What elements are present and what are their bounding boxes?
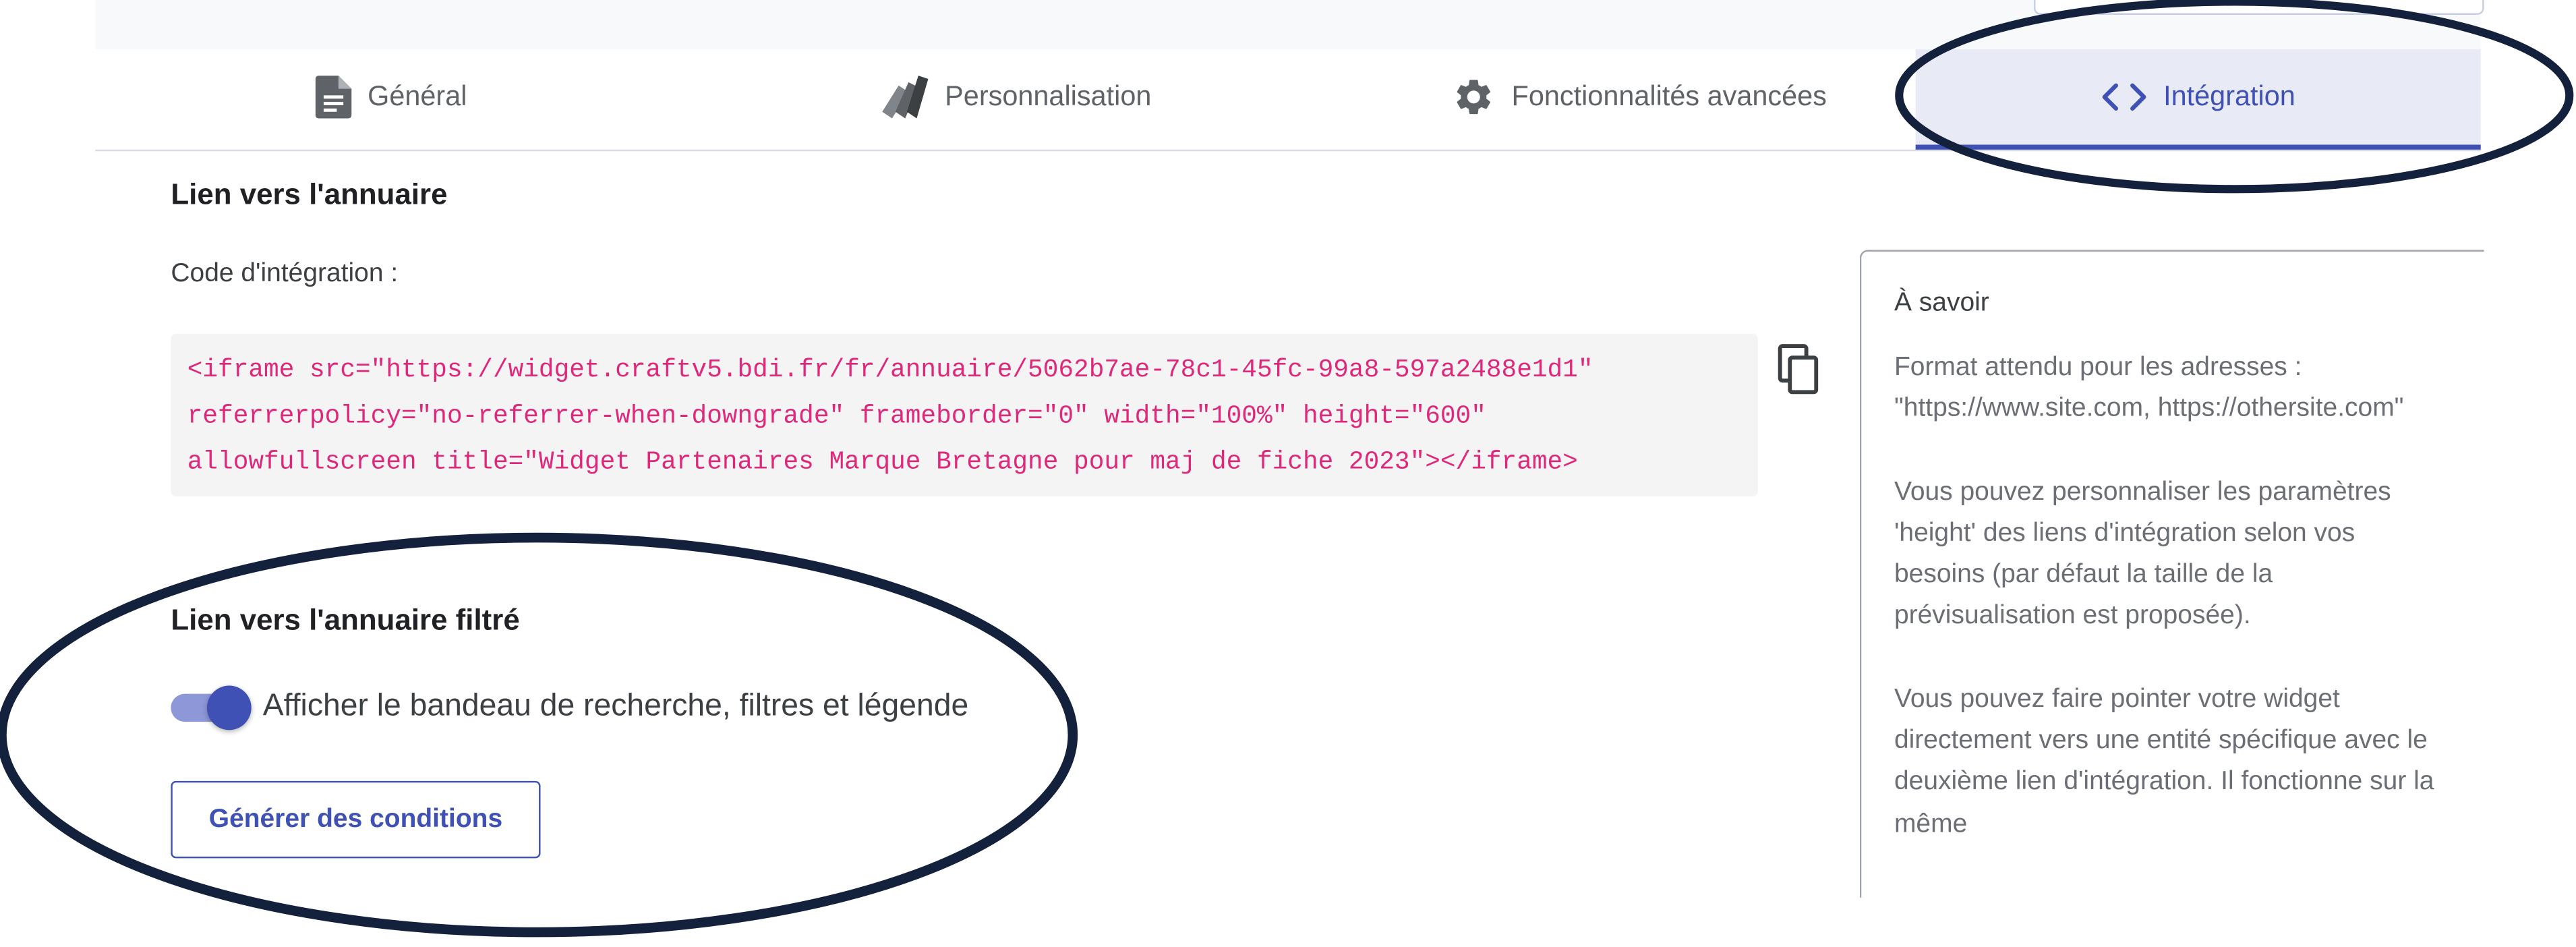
annotation-overlay: [0, 0, 2574, 938]
annotation-ellipse-integration: [1895, 0, 2574, 194]
integration-settings-page: Général Personnalisation Fonctionnalités…: [0, 0, 2576, 947]
annotation-ellipse-filtre: [0, 532, 1078, 938]
